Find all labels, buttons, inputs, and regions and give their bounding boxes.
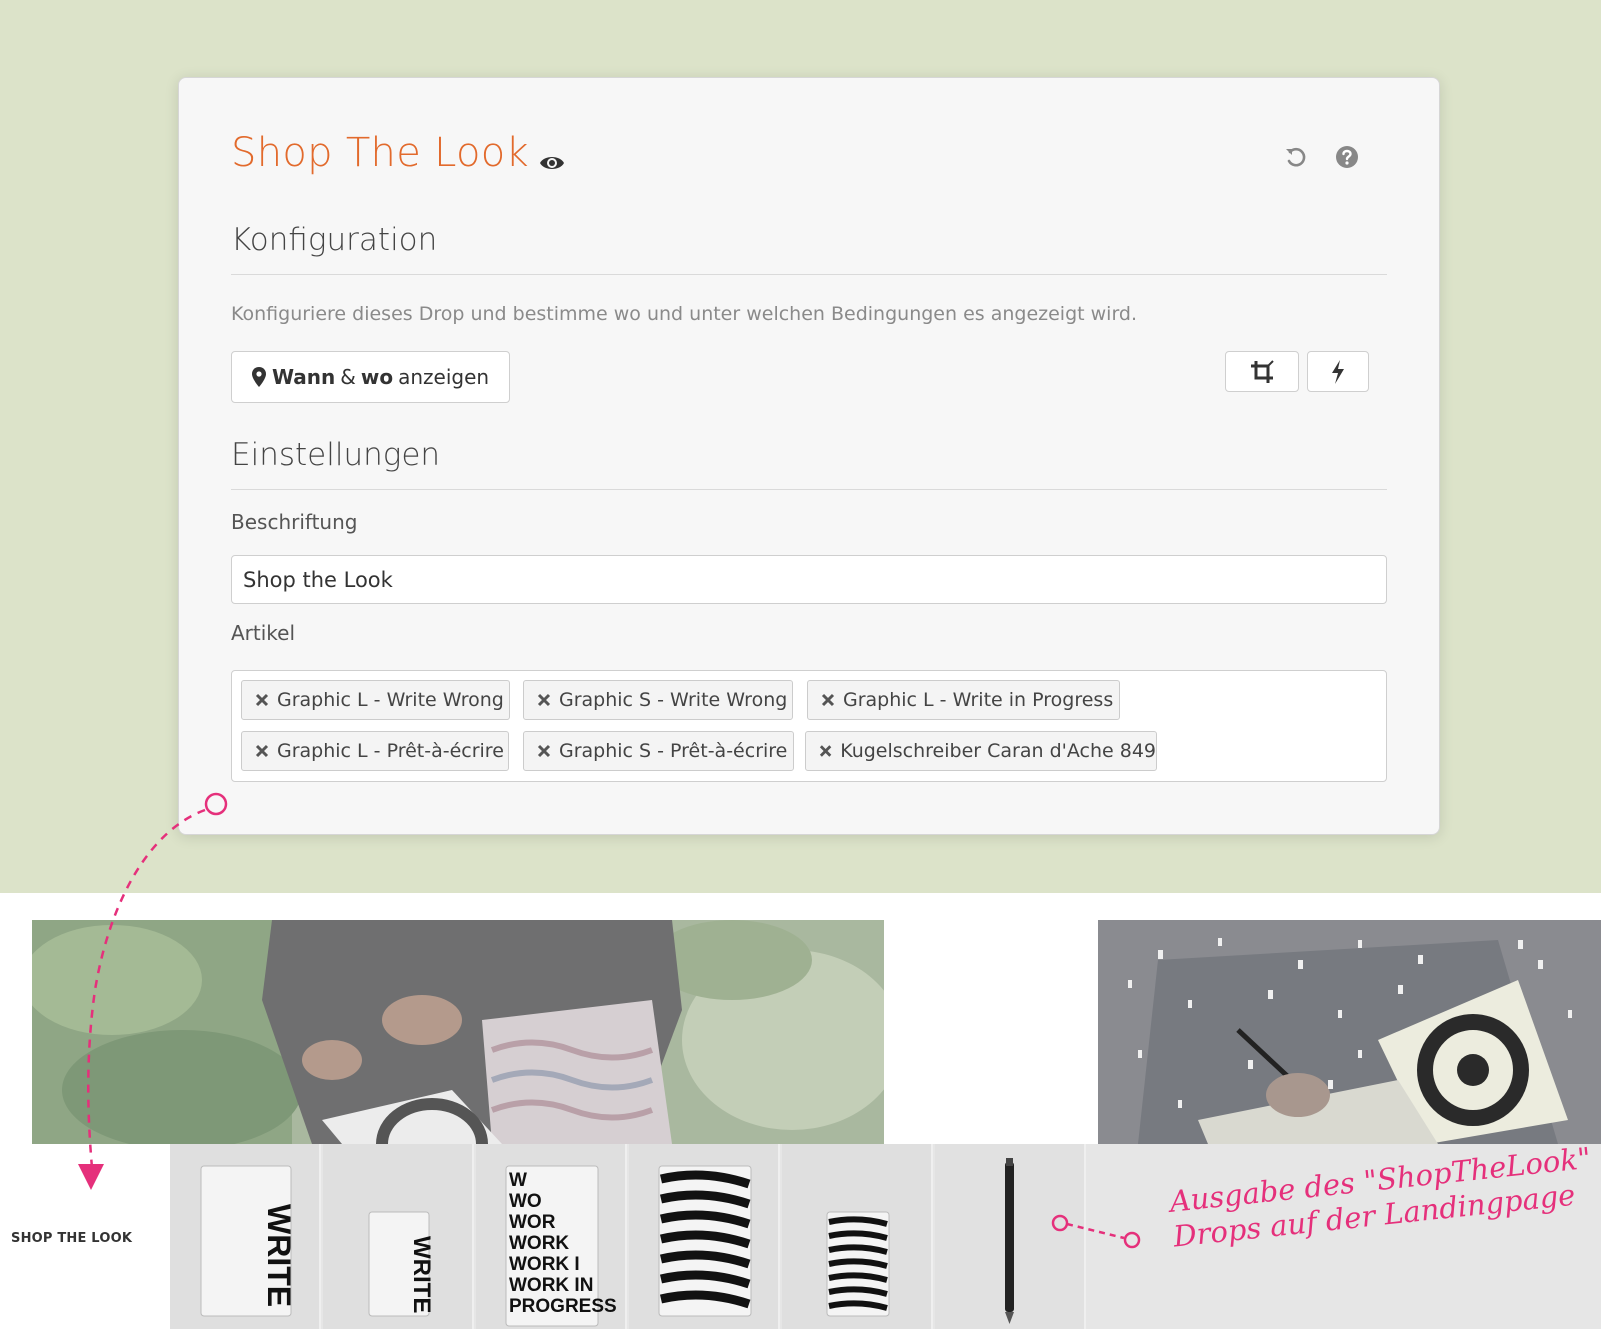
tag-label: Graphic L - Write in Progress <box>843 689 1114 711</box>
product-item[interactable] <box>935 1144 1086 1329</box>
notebook-line: WORK I <box>509 1254 580 1275</box>
tag-item: Graphic L - Write in Progress <box>807 680 1120 720</box>
section-title-einstellungen: Einstellungen <box>231 437 441 473</box>
page-title: Shop The Look <box>231 130 530 176</box>
tag-item: Graphic L - Write Wrong <box>241 680 510 720</box>
tag-item: Graphic L - Prêt-à-écrire <box>241 731 509 771</box>
konfiguration-description: Konfiguriere dieses Drop und bestimme wo… <box>231 303 1138 325</box>
notebook-cover-text: WRITE <box>408 1236 435 1313</box>
bolt-icon <box>1332 359 1344 384</box>
divider <box>231 274 1387 275</box>
section-title-konfiguration: Konfiguration <box>231 222 438 258</box>
show-word: anzeigen <box>398 365 490 389</box>
crop-icon <box>1251 359 1274 383</box>
tag-label: Graphic S - Write Wrong <box>559 689 788 711</box>
tag-label: Graphic L - Write Wrong <box>277 689 504 711</box>
product-item[interactable]: W WO WOR WORK WORK I WORK IN PROGRESS <box>476 1144 627 1329</box>
remove-icon[interactable] <box>255 744 269 758</box>
notebook-progress-image: W WO WOR WORK WORK I WORK IN PROGRESS <box>505 1165 617 1327</box>
beschriftung-label: Beschriftung <box>231 510 358 534</box>
remove-icon[interactable] <box>255 693 269 707</box>
ampersand: & <box>340 365 356 389</box>
notebook-cover-text: WRITE <box>261 1204 297 1307</box>
where-word: wo <box>360 365 394 389</box>
product-item[interactable] <box>782 1144 933 1329</box>
notebook-line: WO <box>509 1191 542 1212</box>
crop-button[interactable] <box>1225 351 1299 392</box>
notebook-line: WORK <box>509 1233 569 1254</box>
lookbook-photo-right <box>1098 920 1601 1144</box>
notebook-line: PROGRESS <box>509 1296 617 1317</box>
lookbook-photo-left <box>32 920 884 1144</box>
undo-icon[interactable] <box>1283 144 1309 170</box>
when-word: Wann <box>271 365 336 389</box>
pen-image <box>1005 1158 1014 1324</box>
remove-icon[interactable] <box>821 693 835 707</box>
notebook-stripes-large-image <box>658 1165 752 1317</box>
bolt-button[interactable] <box>1307 351 1369 392</box>
help-icon[interactable] <box>1334 144 1360 170</box>
shop-the-look-label: SHOP THE LOOK <box>11 1231 133 1246</box>
beschriftung-value: Shop the Look <box>243 567 393 592</box>
product-item[interactable]: WRITE <box>323 1144 474 1329</box>
eye-icon[interactable] <box>539 150 565 176</box>
artikel-label: Artikel <box>231 621 296 645</box>
product-item[interactable] <box>629 1144 780 1329</box>
remove-icon[interactable] <box>819 744 832 758</box>
tag-label: Kugelschreiber Caran d'Ache 849 <box>840 740 1156 762</box>
tag-item: Graphic S - Write Wrong <box>523 680 793 720</box>
tag-item: Graphic S - Prêt-à-écrire <box>523 731 794 771</box>
remove-icon[interactable] <box>537 744 551 758</box>
beschriftung-input[interactable]: Shop the Look <box>231 555 1387 604</box>
notebook-line: WORK IN <box>509 1275 593 1296</box>
notebook-stripes-small-image <box>826 1211 890 1317</box>
notebook-line: WOR <box>509 1212 556 1233</box>
divider <box>231 489 1387 490</box>
tag-label: Graphic L - Prêt-à-écrire <box>277 740 504 762</box>
tag-item: Kugelschreiber Caran d'Ache 849 <box>805 731 1157 771</box>
drop-config-panel: Shop The Look Konfiguration Konfiguriere… <box>178 77 1440 835</box>
remove-icon[interactable] <box>537 693 551 707</box>
notebook-write-small-image: WRITE <box>368 1211 435 1317</box>
map-marker-icon <box>251 367 266 387</box>
notebook-line: W <box>509 1170 527 1191</box>
artikel-tag-input[interactable]: Graphic L - Write Wrong Graphic S - Writ… <box>231 670 1387 782</box>
tag-label: Graphic S - Prêt-à-écrire <box>559 740 788 762</box>
when-where-button[interactable]: Wann & wo anzeigen <box>231 351 510 403</box>
product-item[interactable]: WRITE <box>170 1144 321 1329</box>
notebook-write-large-image: WRITE <box>200 1165 297 1317</box>
